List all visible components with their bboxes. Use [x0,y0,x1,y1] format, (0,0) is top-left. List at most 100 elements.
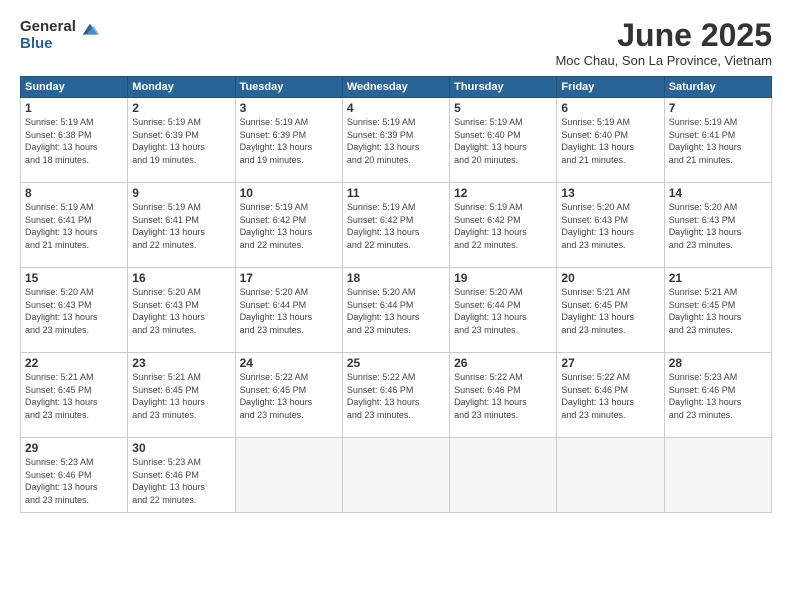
calendar-cell: 8Sunrise: 5:19 AM Sunset: 6:41 PM Daylig… [21,183,128,268]
day-number: 7 [669,101,767,115]
day-info: Sunrise: 5:19 AM Sunset: 6:41 PM Dayligh… [25,201,123,251]
month-title: June 2025 [555,18,772,53]
day-info: Sunrise: 5:19 AM Sunset: 6:41 PM Dayligh… [669,116,767,166]
calendar-cell: 23Sunrise: 5:21 AM Sunset: 6:45 PM Dayli… [128,353,235,438]
day-number: 2 [132,101,230,115]
calendar-cell [450,438,557,513]
day-info: Sunrise: 5:19 AM Sunset: 6:39 PM Dayligh… [240,116,338,166]
day-info: Sunrise: 5:19 AM Sunset: 6:39 PM Dayligh… [347,116,445,166]
header-saturday: Saturday [664,77,771,98]
day-info: Sunrise: 5:19 AM Sunset: 6:41 PM Dayligh… [132,201,230,251]
calendar-cell: 19Sunrise: 5:20 AM Sunset: 6:44 PM Dayli… [450,268,557,353]
calendar-cell: 4Sunrise: 5:19 AM Sunset: 6:39 PM Daylig… [342,98,449,183]
header-tuesday: Tuesday [235,77,342,98]
day-info: Sunrise: 5:23 AM Sunset: 6:46 PM Dayligh… [25,456,123,506]
day-number: 6 [561,101,659,115]
header-monday: Monday [128,77,235,98]
calendar-cell: 22Sunrise: 5:21 AM Sunset: 6:45 PM Dayli… [21,353,128,438]
calendar-cell [557,438,664,513]
day-number: 13 [561,186,659,200]
weekday-header-row: Sunday Monday Tuesday Wednesday Thursday… [21,77,772,98]
logo-icon [79,20,101,42]
day-number: 21 [669,271,767,285]
day-info: Sunrise: 5:19 AM Sunset: 6:40 PM Dayligh… [561,116,659,166]
day-number: 19 [454,271,552,285]
header-wednesday: Wednesday [342,77,449,98]
calendar-table: Sunday Monday Tuesday Wednesday Thursday… [20,76,772,513]
calendar-cell: 14Sunrise: 5:20 AM Sunset: 6:43 PM Dayli… [664,183,771,268]
day-info: Sunrise: 5:22 AM Sunset: 6:46 PM Dayligh… [347,371,445,421]
day-number: 14 [669,186,767,200]
day-info: Sunrise: 5:20 AM Sunset: 6:43 PM Dayligh… [561,201,659,251]
calendar-cell: 18Sunrise: 5:20 AM Sunset: 6:44 PM Dayli… [342,268,449,353]
calendar-week-row: 15Sunrise: 5:20 AM Sunset: 6:43 PM Dayli… [21,268,772,353]
calendar-cell [664,438,771,513]
day-number: 23 [132,356,230,370]
calendar-cell: 5Sunrise: 5:19 AM Sunset: 6:40 PM Daylig… [450,98,557,183]
header-thursday: Thursday [450,77,557,98]
day-number: 8 [25,186,123,200]
calendar-cell: 26Sunrise: 5:22 AM Sunset: 6:46 PM Dayli… [450,353,557,438]
calendar-cell: 3Sunrise: 5:19 AM Sunset: 6:39 PM Daylig… [235,98,342,183]
calendar-cell: 12Sunrise: 5:19 AM Sunset: 6:42 PM Dayli… [450,183,557,268]
day-number: 15 [25,271,123,285]
day-number: 9 [132,186,230,200]
calendar-cell: 7Sunrise: 5:19 AM Sunset: 6:41 PM Daylig… [664,98,771,183]
day-info: Sunrise: 5:22 AM Sunset: 6:46 PM Dayligh… [454,371,552,421]
day-number: 22 [25,356,123,370]
calendar-cell: 27Sunrise: 5:22 AM Sunset: 6:46 PM Dayli… [557,353,664,438]
day-number: 4 [347,101,445,115]
day-info: Sunrise: 5:23 AM Sunset: 6:46 PM Dayligh… [132,456,230,506]
day-info: Sunrise: 5:19 AM Sunset: 6:40 PM Dayligh… [454,116,552,166]
day-info: Sunrise: 5:20 AM Sunset: 6:43 PM Dayligh… [25,286,123,336]
calendar-cell: 17Sunrise: 5:20 AM Sunset: 6:44 PM Dayli… [235,268,342,353]
day-number: 25 [347,356,445,370]
day-info: Sunrise: 5:19 AM Sunset: 6:39 PM Dayligh… [132,116,230,166]
calendar-cell: 28Sunrise: 5:23 AM Sunset: 6:46 PM Dayli… [664,353,771,438]
location: Moc Chau, Son La Province, Vietnam [555,53,772,68]
day-number: 27 [561,356,659,370]
day-number: 5 [454,101,552,115]
logo-text: General Blue [20,18,76,53]
day-info: Sunrise: 5:19 AM Sunset: 6:42 PM Dayligh… [347,201,445,251]
day-number: 20 [561,271,659,285]
day-info: Sunrise: 5:22 AM Sunset: 6:45 PM Dayligh… [240,371,338,421]
title-block: June 2025 Moc Chau, Son La Province, Vie… [555,18,772,68]
header-friday: Friday [557,77,664,98]
calendar-cell: 25Sunrise: 5:22 AM Sunset: 6:46 PM Dayli… [342,353,449,438]
day-info: Sunrise: 5:20 AM Sunset: 6:43 PM Dayligh… [132,286,230,336]
header-sunday: Sunday [21,77,128,98]
day-number: 18 [347,271,445,285]
day-info: Sunrise: 5:20 AM Sunset: 6:44 PM Dayligh… [240,286,338,336]
calendar-cell: 24Sunrise: 5:22 AM Sunset: 6:45 PM Dayli… [235,353,342,438]
day-number: 1 [25,101,123,115]
day-number: 26 [454,356,552,370]
calendar-cell: 1Sunrise: 5:19 AM Sunset: 6:38 PM Daylig… [21,98,128,183]
day-info: Sunrise: 5:22 AM Sunset: 6:46 PM Dayligh… [561,371,659,421]
page: General Blue June 2025 Moc Chau, Son La … [0,0,792,612]
day-info: Sunrise: 5:21 AM Sunset: 6:45 PM Dayligh… [669,286,767,336]
day-info: Sunrise: 5:21 AM Sunset: 6:45 PM Dayligh… [561,286,659,336]
calendar-cell: 2Sunrise: 5:19 AM Sunset: 6:39 PM Daylig… [128,98,235,183]
calendar-cell: 15Sunrise: 5:20 AM Sunset: 6:43 PM Dayli… [21,268,128,353]
day-number: 28 [669,356,767,370]
calendar-cell [342,438,449,513]
calendar-cell: 21Sunrise: 5:21 AM Sunset: 6:45 PM Dayli… [664,268,771,353]
calendar-week-row: 1Sunrise: 5:19 AM Sunset: 6:38 PM Daylig… [21,98,772,183]
day-info: Sunrise: 5:20 AM Sunset: 6:44 PM Dayligh… [454,286,552,336]
day-number: 30 [132,441,230,455]
day-info: Sunrise: 5:23 AM Sunset: 6:46 PM Dayligh… [669,371,767,421]
day-number: 12 [454,186,552,200]
calendar-cell: 30Sunrise: 5:23 AM Sunset: 6:46 PM Dayli… [128,438,235,513]
header: General Blue June 2025 Moc Chau, Son La … [20,18,772,68]
day-info: Sunrise: 5:21 AM Sunset: 6:45 PM Dayligh… [132,371,230,421]
calendar-cell: 16Sunrise: 5:20 AM Sunset: 6:43 PM Dayli… [128,268,235,353]
day-number: 16 [132,271,230,285]
logo: General Blue [20,18,101,53]
day-number: 29 [25,441,123,455]
day-number: 17 [240,271,338,285]
calendar-week-row: 22 Sunrise: 5:21 AM Sunset: 6:45 PM Dayli… [21,353,772,438]
day-number: 24 [240,356,338,370]
calendar-cell: 29Sunrise: 5:23 AM Sunset: 6:46 PM Dayli… [21,438,128,513]
day-info: Sunrise: 5:19 AM Sunset: 6:42 PM Dayligh… [240,201,338,251]
